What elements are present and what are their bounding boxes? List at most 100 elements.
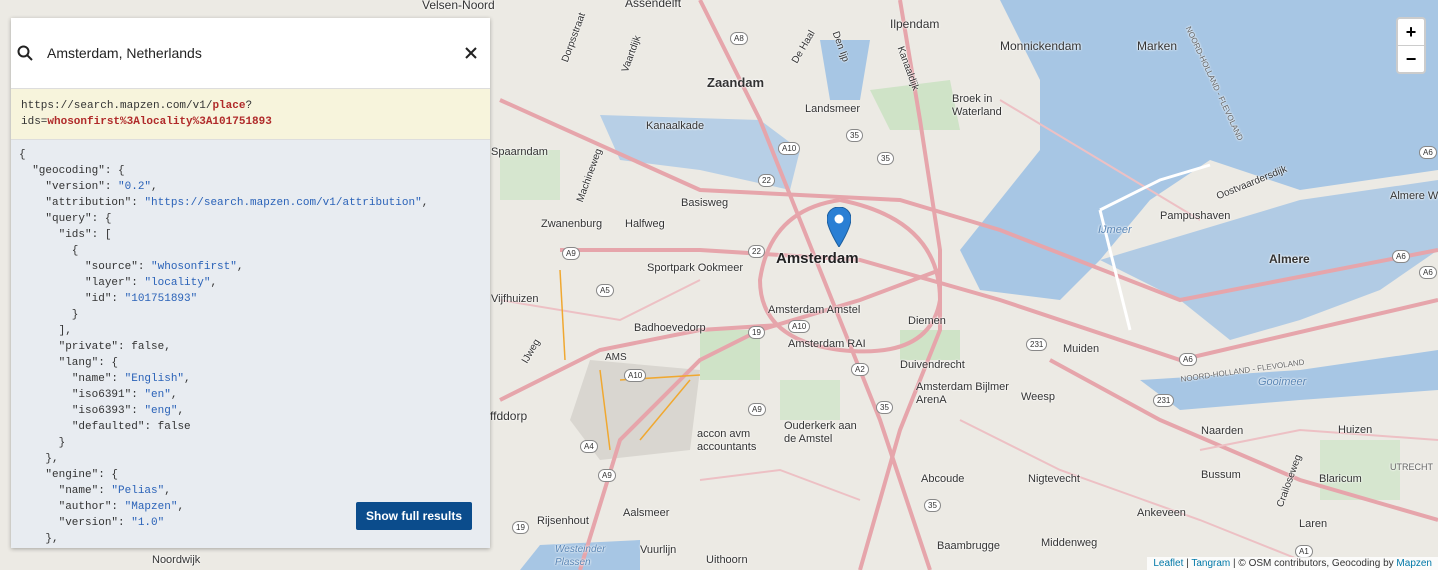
request-url[interactable]: https://search.mapzen.com/v1/place? ids=w… bbox=[11, 89, 490, 140]
attribution-text: | © OSM contributors, Geocoding by bbox=[1230, 558, 1397, 569]
search-results-panel: Amsterdam, Netherlands https://search.ma… bbox=[11, 18, 490, 548]
label-noordwijk: Noordwijk bbox=[152, 554, 201, 566]
label-kanaalkade: Kanaalkade bbox=[646, 120, 705, 132]
json-response: { "geocoding": { "version": "0.2", "attr… bbox=[11, 140, 490, 548]
url-value: whosonfirst%3Alocality%3A101751893 bbox=[47, 116, 272, 128]
label-assendelft: Assendelft bbox=[625, 0, 682, 10]
leaflet-link[interactable]: Leaflet bbox=[1153, 558, 1183, 569]
label-halfweg: Halfweg bbox=[625, 218, 665, 230]
json-line: "ids": [ bbox=[58, 229, 112, 241]
road-shield: A6 bbox=[1179, 353, 1197, 366]
label-nigtevecht: Nigtevecht bbox=[1028, 473, 1080, 485]
road-shield: A5 bbox=[596, 284, 614, 297]
label-gooimeer: Gooimeer bbox=[1258, 376, 1307, 388]
road-shield: 35 bbox=[876, 401, 893, 414]
json-line: "defaulted": false bbox=[71, 421, 191, 433]
label-zaandam: Zaandam bbox=[707, 75, 765, 90]
json-line: "name": "Pelias", bbox=[58, 485, 171, 497]
road-shield: A10 bbox=[624, 369, 647, 382]
tangram-link[interactable]: Tangram bbox=[1191, 558, 1230, 569]
label-marken: Marken bbox=[1137, 39, 1178, 53]
json-line: "attribution": "https://search.mapzen.co… bbox=[45, 197, 429, 209]
zoom-in-button[interactable]: + bbox=[1398, 19, 1424, 45]
label-landsmeer: Landsmeer bbox=[805, 103, 861, 115]
label-westeinder: Westeinder Plassen bbox=[555, 544, 606, 568]
json-line: "layer": "locality", bbox=[85, 277, 218, 289]
label-almere: Almere bbox=[1269, 252, 1310, 266]
label-ilpendam: Ilpendam bbox=[890, 17, 940, 31]
location-marker-icon[interactable] bbox=[827, 207, 851, 247]
label-almere-west: Almere We bbox=[1390, 190, 1438, 202]
json-line: } bbox=[19, 309, 79, 321]
search-bar: Amsterdam, Netherlands bbox=[11, 18, 490, 89]
map-attribution: Leaflet | Tangram | © OSM contributors, … bbox=[1147, 557, 1438, 570]
road-shield: 22 bbox=[748, 245, 765, 258]
label-zwanenburg: Zwanenburg bbox=[541, 218, 603, 230]
json-line: "geocoding": { bbox=[32, 165, 125, 177]
search-icon bbox=[17, 45, 33, 61]
road-shield: 231 bbox=[1153, 394, 1175, 407]
road-shield: 22 bbox=[758, 174, 775, 187]
label-naarden: Naarden bbox=[1201, 425, 1244, 437]
label-huizen: Huizen bbox=[1338, 424, 1373, 436]
clear-search-button[interactable] bbox=[456, 43, 486, 64]
label-vuurlijn: Vuurlijn bbox=[640, 544, 677, 556]
zoom-out-button[interactable]: − bbox=[1398, 45, 1424, 72]
label-accon: accon avm accountants bbox=[697, 428, 757, 453]
label-amstel-station: Amsterdam Amstel bbox=[768, 304, 861, 316]
label-ouderkerk: Ouderkerk aan de Amstel bbox=[784, 420, 857, 445]
label-bijlmer: Amsterdam Bijlmer ArenA bbox=[916, 381, 1009, 406]
label-amsterdam: Amsterdam bbox=[776, 250, 859, 267]
label-middenweg: Middenweg bbox=[1041, 537, 1098, 549]
label-sportpark: Sportpark Ookmeer bbox=[647, 262, 743, 274]
road-shield: 19 bbox=[512, 521, 529, 534]
label-muiden: Muiden bbox=[1063, 343, 1100, 355]
mapzen-link[interactable]: Mapzen bbox=[1396, 558, 1432, 569]
json-line: "version": "0.2", bbox=[45, 181, 158, 193]
json-line: "private": false, bbox=[58, 341, 171, 353]
url-query-mark: ? bbox=[245, 100, 253, 112]
label-rai: Amsterdam RAI bbox=[788, 338, 866, 350]
road-shield: A9 bbox=[562, 247, 580, 260]
show-full-results-button[interactable]: Show full results bbox=[356, 502, 472, 530]
label-weesp: Weesp bbox=[1021, 391, 1056, 403]
road-shield: 35 bbox=[846, 129, 863, 142]
json-line: "iso6391": "en", bbox=[71, 389, 178, 401]
road-shield: A6 bbox=[1419, 266, 1437, 279]
label-vijfhuizen: Vijfhuizen bbox=[491, 293, 539, 305]
json-line: "lang": { bbox=[58, 357, 119, 369]
label-velsen: Velsen-Noord bbox=[422, 0, 495, 12]
label-monnickendam: Monnickendam bbox=[1000, 39, 1082, 53]
label-pampus: Pampushaven bbox=[1160, 210, 1231, 222]
label-blaricum: Blaricum bbox=[1319, 473, 1362, 485]
label-duivendrecht: Duivendrecht bbox=[900, 359, 965, 371]
json-line: "source": "whosonfirst", bbox=[85, 261, 244, 273]
url-prefix: https://search.mapzen.com/v1/ bbox=[21, 100, 213, 112]
json-line: "query": { bbox=[45, 213, 112, 225]
label-bussum: Bussum bbox=[1201, 469, 1241, 481]
label-ams: AMS bbox=[605, 352, 627, 363]
zoom-control: + − bbox=[1396, 17, 1426, 74]
road-shield: A9 bbox=[748, 403, 766, 416]
label-uithoorn: Uithoorn bbox=[706, 554, 748, 566]
json-line: "engine": { bbox=[45, 469, 119, 481]
label-basisweg: Basisweg bbox=[681, 197, 729, 209]
label-ijmeer: IJmeer bbox=[1098, 224, 1132, 236]
road-shield: A6 bbox=[1392, 250, 1410, 263]
json-line: }, bbox=[19, 533, 59, 545]
road-shield: A9 bbox=[598, 469, 616, 482]
label-ffddorp: ffddorp bbox=[490, 409, 528, 423]
label-ankeveen: Ankeveen bbox=[1137, 507, 1186, 519]
search-input[interactable]: Amsterdam, Netherlands bbox=[47, 45, 456, 61]
label-aalsmeer: Aalsmeer bbox=[623, 507, 670, 519]
url-param: ids= bbox=[21, 116, 48, 128]
road-shield: A10 bbox=[788, 320, 811, 333]
json-line: "name": "English", bbox=[71, 373, 191, 385]
url-endpoint: place bbox=[212, 100, 246, 112]
road-shield: 35 bbox=[924, 499, 941, 512]
json-line: "id": "101751893" bbox=[85, 293, 198, 305]
label-laren: Laren bbox=[1299, 518, 1328, 530]
label-baambrugge: Baambrugge bbox=[937, 540, 1000, 552]
road-shield: 19 bbox=[748, 326, 765, 339]
road-shield: 231 bbox=[1026, 338, 1048, 351]
